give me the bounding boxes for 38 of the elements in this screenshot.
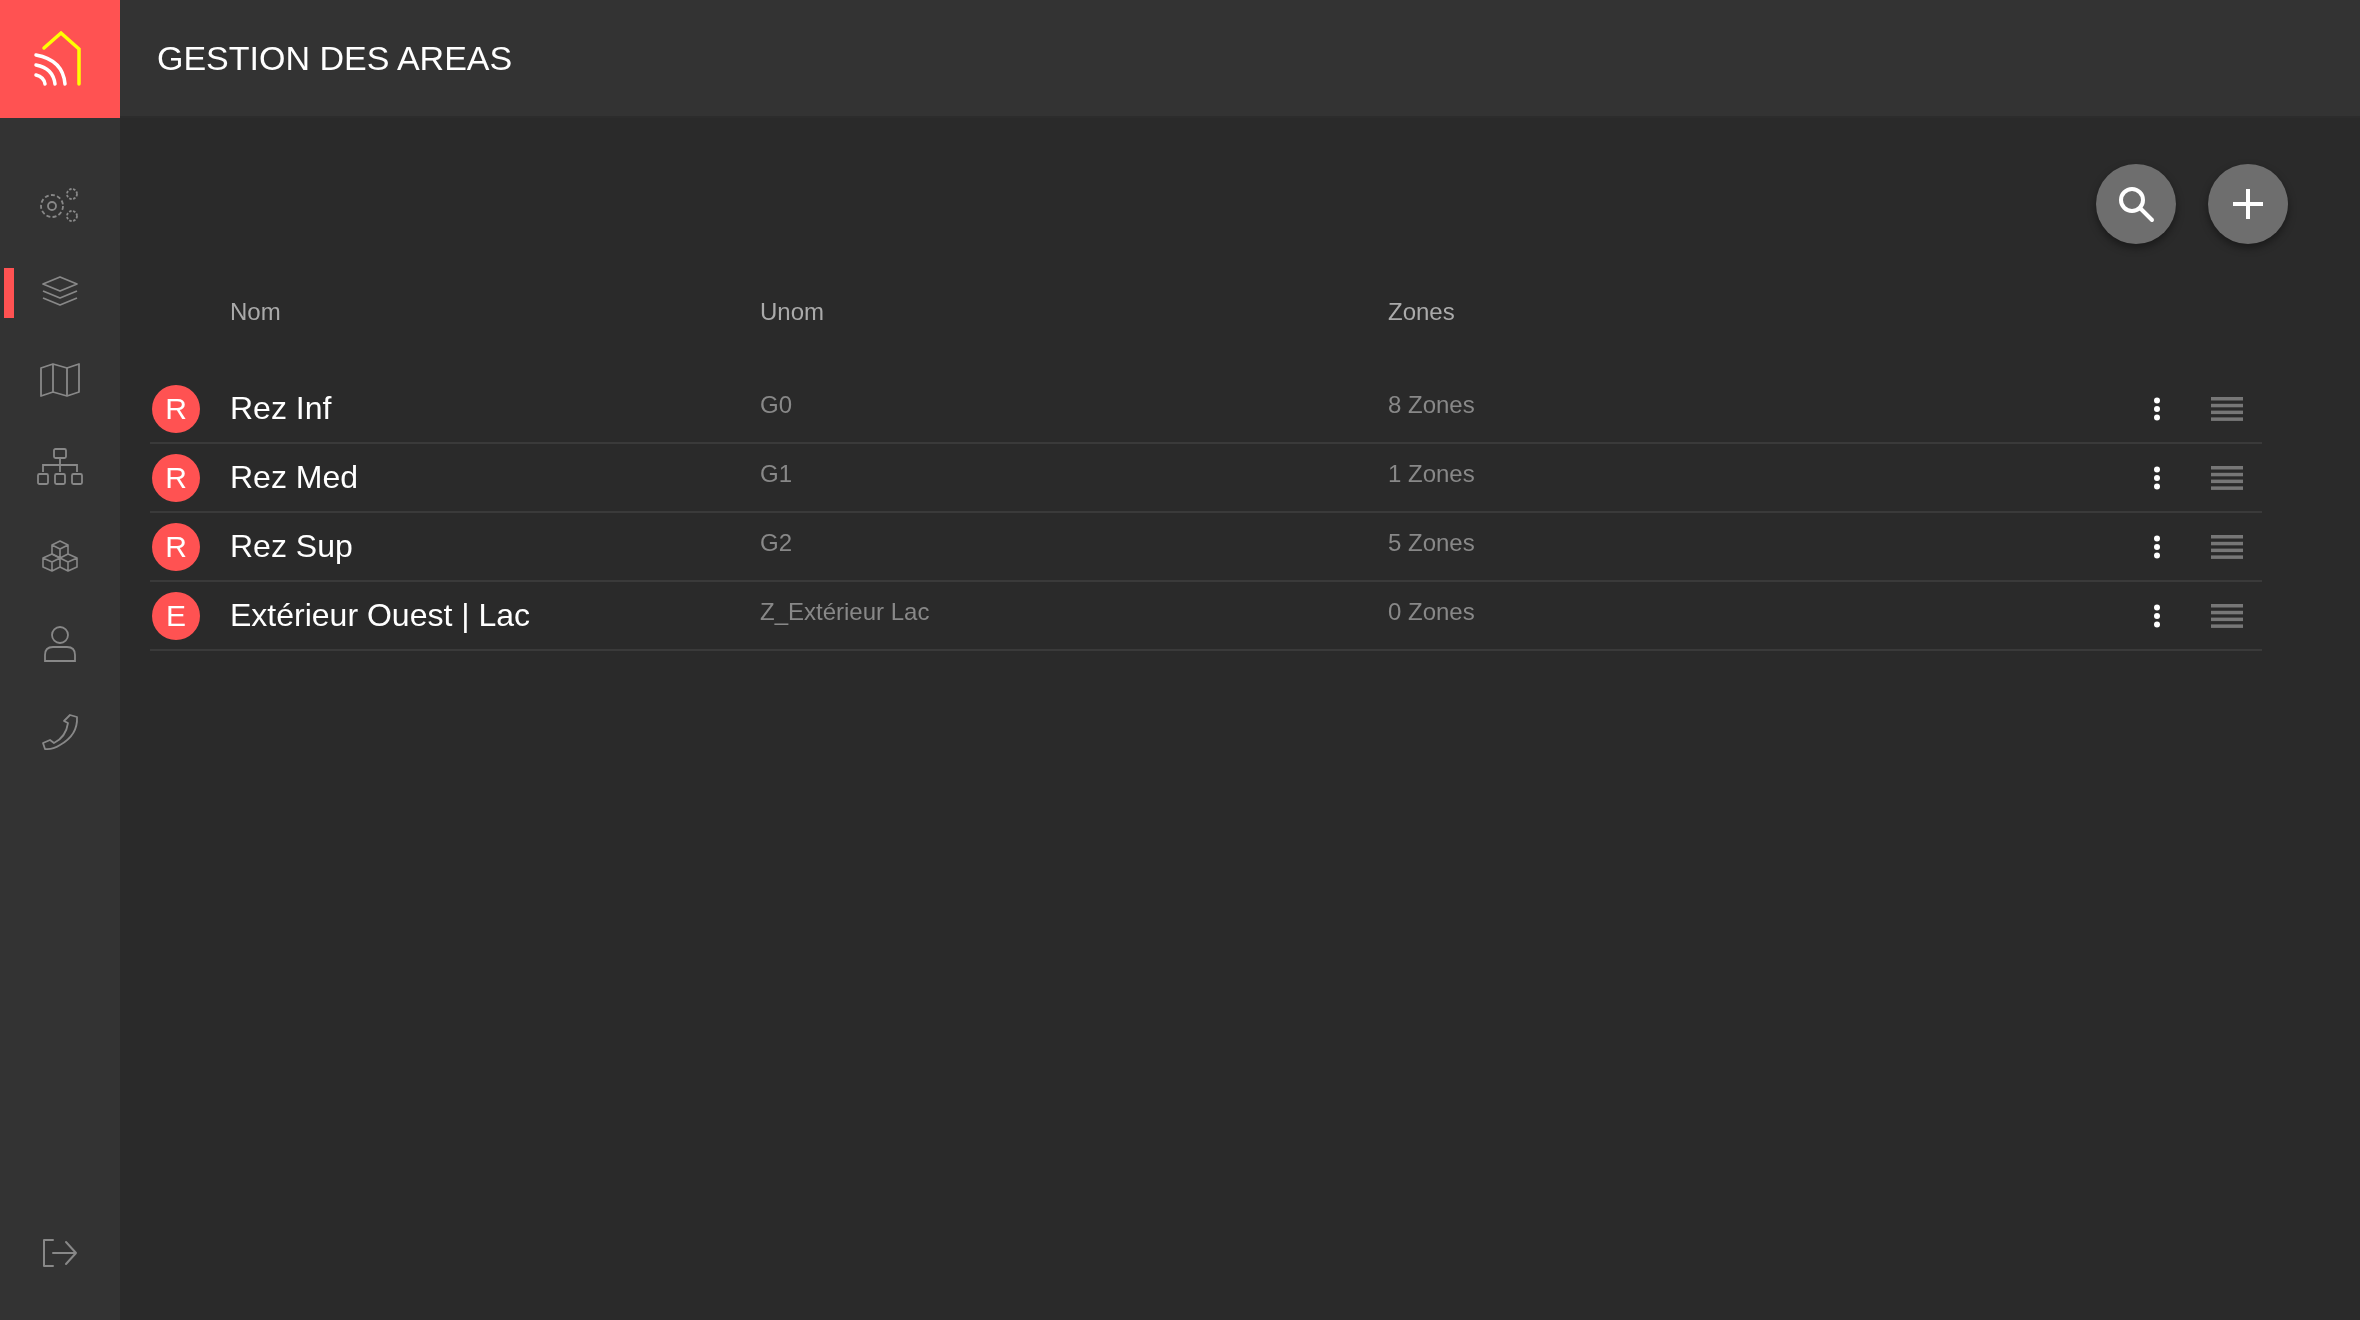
table-cell-text: 1 Zones (1388, 459, 1476, 488)
column-header: Unom (760, 298, 826, 326)
area-name: Rez Sup (230, 528, 354, 565)
kebab-menu-icon[interactable] (2153, 534, 2161, 559)
avatar-initial: R (152, 522, 200, 571)
area-name: Extérieur Ouest | Lac (230, 597, 531, 634)
drag-handle-icon[interactable] (2211, 534, 2243, 559)
map-icon (39, 363, 81, 397)
area-name: Rez Inf (230, 390, 333, 427)
logout-icon (41, 1238, 79, 1268)
drag-handle-icon[interactable] (2211, 465, 2243, 490)
drag-handle-icon[interactable] (2211, 396, 2243, 421)
search-icon (2117, 185, 2155, 223)
table-cell-text: Z_Extérieur Lac (760, 597, 931, 626)
cubes-icon (40, 539, 80, 573)
kebab-menu-icon[interactable] (2153, 396, 2161, 421)
table-cell-text: 5 Zones (1388, 528, 1476, 557)
table-cell-text: 8 Zones (1388, 390, 1476, 419)
active-indicator (4, 268, 14, 318)
hierarchy-icon (37, 448, 83, 488)
user-icon (43, 625, 77, 663)
avatar-initial: R (152, 384, 200, 433)
column-header: Zones (1388, 298, 1456, 326)
drag-handle-icon[interactable] (2211, 603, 2243, 628)
avatar-initial: R (152, 453, 200, 502)
phone-icon (40, 713, 80, 751)
page-title: GESTION DES AREAS (157, 38, 513, 78)
table-cell-text: 0 Zones (1388, 597, 1476, 626)
table-cell-text: G1 (760, 459, 793, 488)
avatar-initial: E (152, 591, 200, 640)
column-header: Nom (230, 298, 282, 326)
area-name: Rez Med (230, 459, 360, 496)
logout-button[interactable] (41, 1238, 79, 1268)
table-cell-text: G0 (760, 390, 793, 419)
kebab-menu-icon[interactable] (2153, 465, 2161, 490)
table-cell-text: G2 (760, 528, 793, 557)
kebab-menu-icon[interactable] (2153, 603, 2161, 628)
plus-icon (2232, 188, 2264, 220)
